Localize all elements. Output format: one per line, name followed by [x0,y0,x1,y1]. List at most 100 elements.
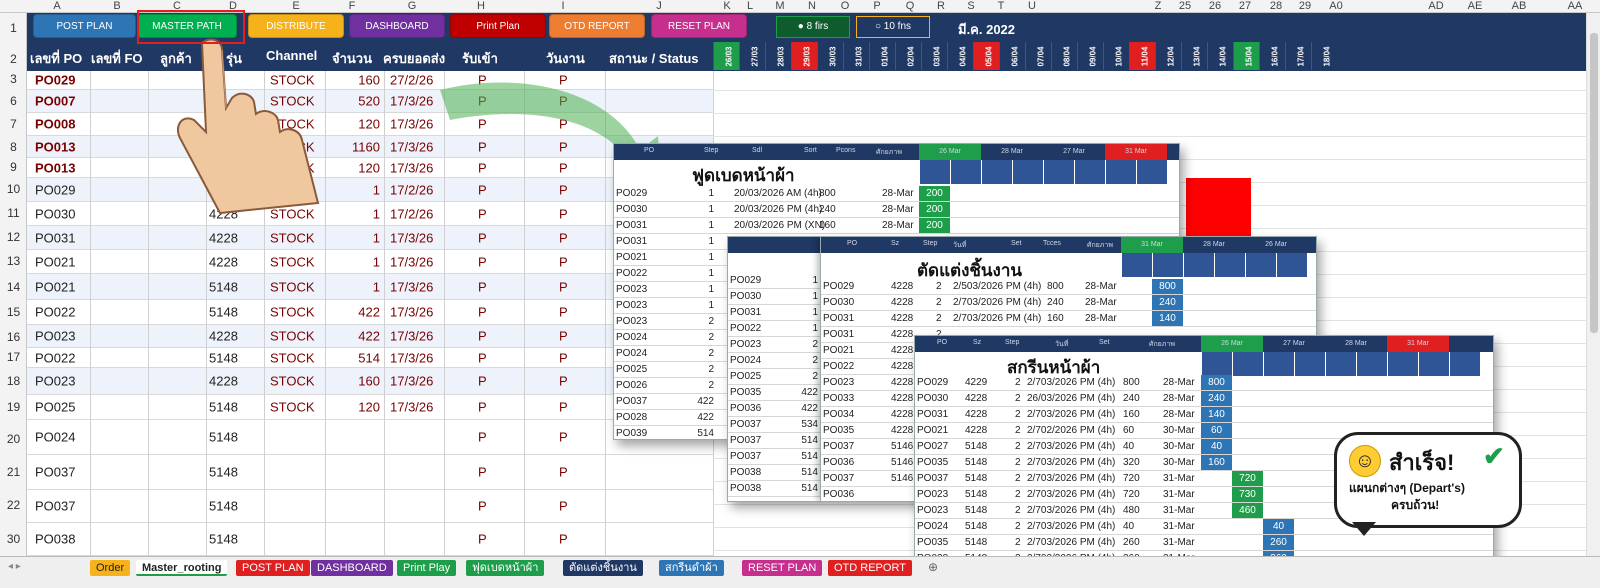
card-cell: PO024 [616,348,648,359]
add-sheet-icon[interactable]: ⊕ [928,560,938,574]
date-cell: 17/3/26 [390,230,434,245]
column-letter: F [348,0,356,12]
card-cell: 720 [1123,473,1140,484]
toolbar-button-dashboard[interactable]: DASHBOARD [349,14,445,38]
sheet-tab-3[interactable]: DASHBOARD [311,560,393,576]
date-header-label: 08/04 [1062,46,1072,67]
card-cell: PO023 [616,300,648,311]
qty-cell: 120 [358,399,380,415]
sheet-tab-9[interactable]: OTD REPORT [828,560,912,576]
toolbar-button-otd-report[interactable]: OTD REPORT [549,14,645,38]
card-col-header: ศักยภาพ [876,149,902,156]
card-cell: 514 [801,451,818,462]
card-cell: 2 [1015,393,1021,404]
table-row[interactable]: PO0304228STOCK117/2/26PP [27,202,713,226]
sheet-tab-1[interactable]: Master_rooting [136,560,228,576]
table-row[interactable]: PO024 5148 P P [27,420,713,455]
toolbar-button-post-plan[interactable]: POST PLAN [33,14,136,38]
date-header-label: 13/04 [1192,46,1202,67]
card-row: PO022 1 [728,321,820,337]
toolbar-button-reset-plan[interactable]: RESET PLAN [651,14,747,38]
tab-nav-icon[interactable]: ◂ ▸ [8,561,21,572]
card-cell: PO038 [730,483,762,494]
radio-off-icon: ○ [874,21,881,32]
card-cell: 30-Mar [1163,425,1195,436]
card-slot-header [1276,253,1307,277]
date-header-label: 07/04 [1036,46,1046,67]
column-letter: 27 [1238,0,1252,12]
date-header-cell: 07/04 [1025,42,1051,70]
card-cell: 2 [1015,457,1021,468]
card-cell: 160 [1047,313,1064,324]
card-cell: 422 [697,396,714,407]
card-cell: 2 [936,313,942,324]
card-cell: 800 [1047,281,1064,292]
column-header: เลขที่ FO [91,51,143,66]
table-row[interactable]: PO021 4228 STOCK 1 17/3/26 P P [27,250,713,274]
card-col-header: Step [1005,339,1020,346]
sheet-tab-7[interactable]: สกรีนดำผ้า [659,560,724,576]
table-row[interactable]: PO022 5148 STOCK 422 17/3/26 P P [27,300,713,325]
table-row[interactable]: PO025 5148 STOCK 120 17/3/26 P P [27,395,713,420]
card-cell: 2 [1015,473,1021,484]
scroll-thumb[interactable] [1590,33,1598,333]
card-slot-header [1449,352,1480,376]
received-cell: P [478,373,487,389]
card-cell: 320 [1123,457,1140,468]
card-qty-cell: 800 [1201,375,1232,390]
card-cell: 2/703/2026 PM (4h) [1027,457,1116,468]
card-slot-header [1121,253,1152,277]
option-8-button[interactable]: ● 8 firs [776,16,850,38]
card-cell: 2 [708,380,714,391]
po-cell: PO029 [35,182,76,197]
row-number: 8 [10,140,17,154]
table-row[interactable]: PO037 5148 P P [27,455,713,490]
qty-cell: 514 [358,350,380,365]
card-cell: PO031 [917,409,949,420]
sheet-tab-bar: ◂ ▸ Order Master_rooting POST PLAN DASHBOAR… [0,556,1600,588]
date-cell: 17/3/26 [390,328,434,344]
card-cell: 1 [708,268,714,279]
workday-cell: P [559,429,568,445]
card-cell: 2 [1015,505,1021,516]
table-row[interactable]: PO037 5148 P P [27,490,713,523]
received-cell: P [478,498,487,514]
table-row[interactable]: PO023 4228 STOCK 160 17/3/26 P P [27,368,713,395]
card-cell: PO029 [823,281,855,292]
sheet-tab-5[interactable]: ฟุดเบดหน้าผ้า [466,560,545,576]
date-cell: 17/3/26 [390,116,434,132]
sheet-tab-6[interactable]: ตัดแต่งชิ้นงาน [563,560,643,576]
toolbar-button-print-plan[interactable]: Print Plan [450,14,546,38]
sheet-tab-0[interactable]: Order [90,560,131,576]
grid-line [384,71,385,564]
column-letter: H [477,0,485,12]
card-row: PO038 514 [728,465,820,481]
option-10-button[interactable]: ○ 10 fns [856,16,930,38]
date-header-cell: 16/04 [1259,42,1285,70]
received-cell: P [478,328,487,344]
sheet-tab-2[interactable]: POST PLAN [236,560,310,576]
sheet-tab-4[interactable]: Print Play [397,560,457,576]
card-cell: 4228 [891,409,914,420]
card-cell: 240 [1123,393,1140,404]
workday-cell: P [559,399,568,415]
column-letter: A [53,0,61,12]
card-cell: PO021 [616,252,648,263]
sheet-tab-8[interactable]: RESET PLAN [742,560,823,576]
table-row[interactable]: PO038 5148 P P [27,523,713,556]
card-cell: PO037 [823,441,855,452]
table-row[interactable]: PO021 5148 STOCK 1 17/3/26 P P [27,274,713,300]
table-row[interactable]: PO023 4228 STOCK 422 17/3/26 P P [27,325,713,348]
table-row[interactable]: PO031 4228 STOCK 1 17/3/26 P P [27,226,713,250]
vertical-scrollbar[interactable] [1586,13,1600,556]
po-cell: PO029 [35,72,76,88]
date-header-label: 02/04 [906,46,916,67]
card-cell: PO023 [823,377,855,388]
date-cell: 17/3/26 [390,399,434,415]
card-cell: PO031 [730,307,762,318]
card-col-header: วันที่ [953,242,967,249]
radio-on-icon: ● [797,21,804,32]
card-cell: PO031 [823,329,855,340]
table-row[interactable]: PO022 5148 STOCK 514 17/3/26 P P [27,348,713,368]
po-cell: PO013 [35,139,76,154]
